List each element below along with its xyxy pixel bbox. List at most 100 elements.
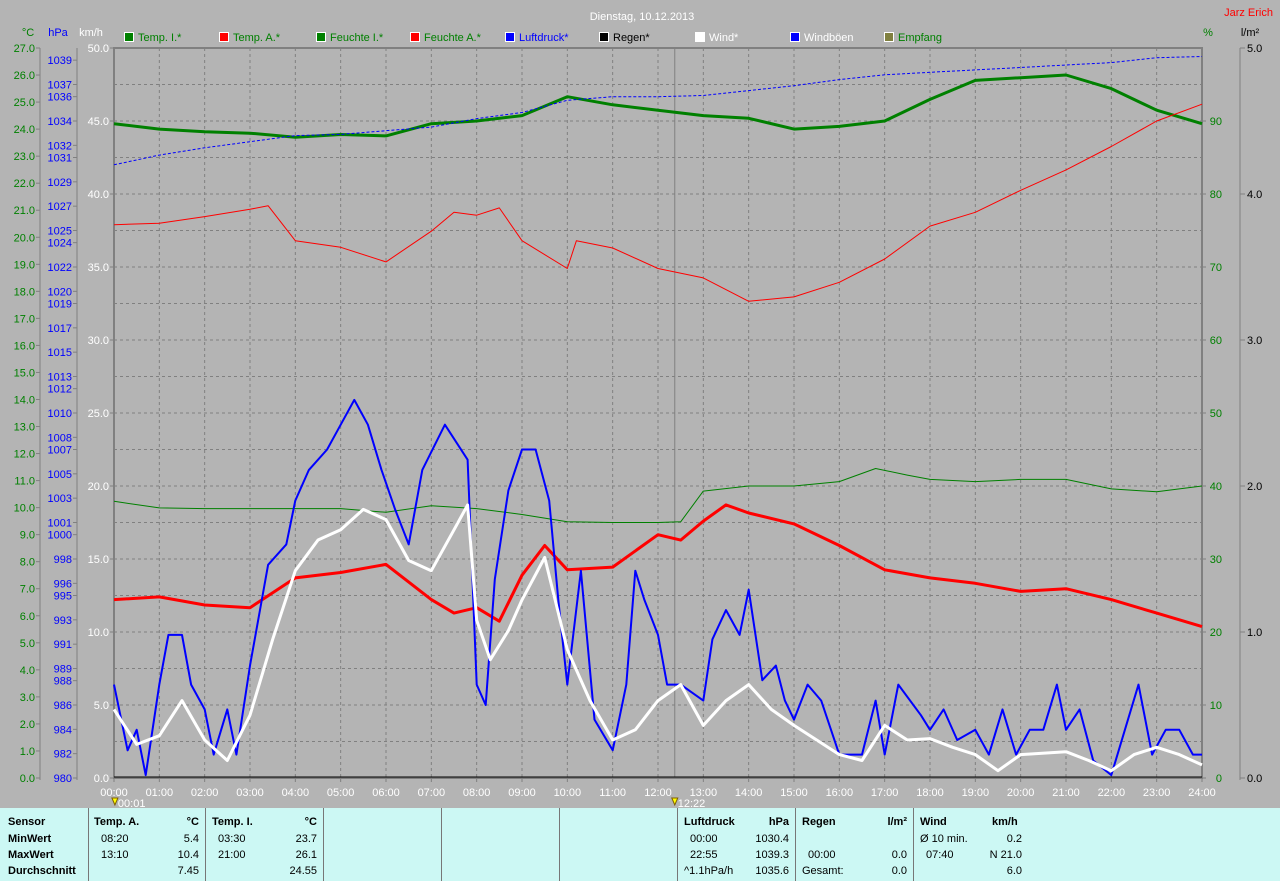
legend-label: Temp. A.* — [233, 32, 281, 44]
hpa-tick-label: 1005 — [48, 469, 72, 481]
wind-avg10-label: Ø 10 min. — [920, 833, 968, 845]
celsius-tick-label: 9.0 — [20, 530, 35, 542]
percent-tick-label: 40 — [1210, 481, 1222, 493]
legend-label: Feuchte A.* — [424, 32, 482, 44]
kmh-tick-label: 30.0 — [88, 335, 109, 347]
kmh-tick-label: 0.0 — [94, 773, 109, 785]
rain-axis-label: l/m² — [1241, 27, 1260, 39]
hpa-tick-label: 1007 — [48, 445, 72, 457]
pressure-min: 1030.4 — [755, 833, 789, 845]
wind-avg10: 0.2 — [1006, 833, 1022, 845]
percent-tick-label: 70 — [1210, 262, 1222, 274]
x-tick-label: 14:00 — [735, 787, 763, 799]
x-tick-label: 19:00 — [962, 787, 990, 799]
celsius-tick-label: 21.0 — [14, 205, 35, 217]
temp-i-header: Temp. I. — [212, 816, 253, 828]
rain-time: 00:00 — [808, 849, 836, 861]
legend-swatch — [695, 32, 705, 42]
temp-a-column: Temp. A. °C 08:20 5.4 13:10 10.4 7.45 — [89, 808, 206, 881]
celsius-tick-label: 13.0 — [14, 422, 35, 434]
legend-swatch — [599, 32, 609, 42]
x-tick-label: 23:00 — [1143, 787, 1171, 799]
hpa-tick-label: 1020 — [48, 286, 72, 298]
hpa-tick-label: 1010 — [48, 408, 72, 420]
celsius-tick-label: 7.0 — [20, 584, 35, 596]
hpa-tick-label: 1032 — [48, 140, 72, 152]
celsius-tick-label: 8.0 — [20, 557, 35, 569]
hpa-tick-label: 988 — [54, 676, 72, 688]
marker-label: 12:22 — [678, 798, 706, 808]
celsius-tick-label: 25.0 — [14, 97, 35, 109]
row-label-avg: Durchschnitt — [8, 865, 76, 877]
wind-max-time: 07:40 — [926, 849, 954, 861]
hpa-tick-label: 1019 — [48, 299, 72, 311]
hpa-tick-label: 1039 — [48, 55, 72, 67]
legend-label: Feuchte I.* — [330, 32, 384, 44]
legend-label: Windböen — [804, 32, 854, 44]
wind-max: N 21.0 — [989, 849, 1022, 861]
rain-tick-label: 0.0 — [1247, 773, 1262, 785]
x-tick-label: 08:00 — [463, 787, 491, 799]
x-tick-label: 11:00 — [599, 787, 626, 799]
percent-tick-label: 30 — [1210, 554, 1222, 566]
hpa-tick-label: 996 — [54, 578, 72, 590]
percent-tick-label: 20 — [1210, 627, 1222, 639]
x-tick-label: 10:00 — [554, 787, 582, 799]
rain-header: Regen — [802, 816, 836, 828]
hpa-tick-label: 1000 — [48, 530, 72, 542]
weather-chart: Dienstag, 10.12.2013 Jarz Erich °C hPa km/h%… — [14, 7, 1273, 808]
kmh-tick-label: 5.0 — [94, 700, 109, 712]
empty-column — [442, 808, 560, 881]
hpa-tick-label: 1008 — [48, 432, 72, 444]
hpa-axis-label: hPa — [48, 27, 68, 39]
hpa-tick-label: 984 — [54, 724, 72, 736]
kmh-tick-label: 45.0 — [88, 116, 109, 128]
temp-i-avg: 24.55 — [289, 865, 317, 877]
legend-swatch — [884, 32, 894, 42]
hpa-tick-label: 1003 — [48, 493, 72, 505]
legend-swatch — [124, 32, 134, 42]
celsius-tick-label: 1.0 — [20, 746, 35, 758]
celsius-tick-label: 17.0 — [14, 313, 35, 325]
weather-chart-window: Dienstag, 10.12.2013 Jarz Erich °C hPa km/h%… — [0, 0, 1280, 881]
x-tick-label: 07:00 — [418, 787, 446, 799]
legend-swatch — [505, 32, 515, 42]
legend-swatch — [316, 32, 326, 42]
percent-axis-label: % — [1203, 27, 1213, 39]
legend-label: Temp. I.* — [138, 32, 182, 44]
wind-unit: km/h — [992, 816, 1018, 828]
celsius-tick-label: 22.0 — [14, 178, 35, 190]
temp-a-header: Temp. A. — [94, 816, 140, 828]
percent-tick-label: 80 — [1210, 189, 1222, 201]
legend-label: Empfang — [898, 32, 942, 44]
celsius-tick-label: 18.0 — [14, 286, 35, 298]
legend-label: Wind* — [709, 32, 739, 44]
kmh-tick-label: 20.0 — [88, 481, 109, 493]
hpa-tick-label: 1034 — [48, 116, 72, 128]
temp-i-column: Temp. I. °C 03:30 23.7 21:00 26.1 24.55 — [206, 808, 324, 881]
legend-swatch — [790, 32, 800, 42]
pressure-unit: hPa — [768, 816, 789, 828]
pressure-trend: ^1.1hPa/h — [684, 865, 734, 877]
temp-i-unit: °C — [304, 816, 317, 828]
row-label-max: MaxWert — [8, 849, 54, 861]
celsius-tick-label: 3.0 — [20, 692, 35, 704]
x-tick-label: 15:00 — [780, 787, 808, 799]
sensor-header: Sensor — [8, 816, 46, 828]
x-tick-label: 18:00 — [916, 787, 944, 799]
row-label-min: MinWert — [8, 833, 52, 845]
hpa-tick-label: 1001 — [48, 518, 72, 530]
hpa-tick-label: 993 — [54, 615, 72, 627]
pressure-max-time: 22:55 — [690, 849, 718, 861]
celsius-tick-label: 20.0 — [14, 232, 35, 244]
celsius-tick-label: 12.0 — [14, 449, 35, 461]
hpa-tick-label: 998 — [54, 554, 72, 566]
temp-i-min: 23.7 — [295, 833, 317, 845]
temp-a-max: 10.4 — [177, 849, 199, 861]
celsius-tick-label: 2.0 — [20, 719, 35, 731]
hpa-tick-label: 1027 — [48, 201, 72, 213]
rain-column: Regen l/m² 00:00 0.0 Gesamt: 0.0 — [796, 808, 914, 881]
pressure-avg: 1035.6 — [755, 865, 789, 877]
pressure-header: Luftdruck — [684, 816, 735, 828]
hpa-tick-label: 1022 — [48, 262, 72, 274]
